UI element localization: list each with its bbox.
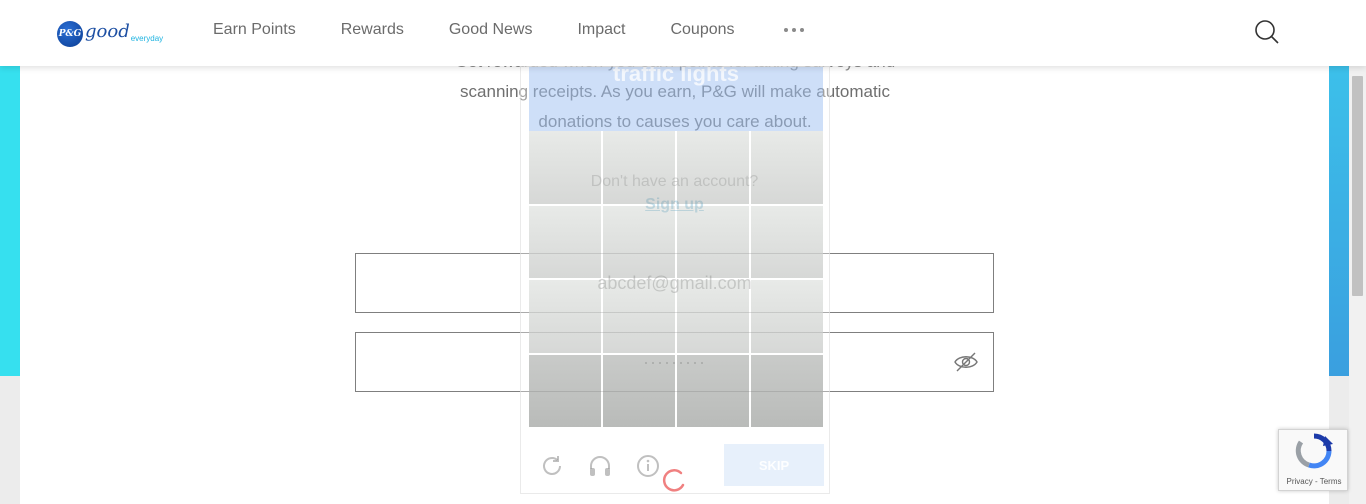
nav-rewards[interactable]: Rewards bbox=[341, 21, 404, 39]
scrollbar-thumb[interactable] bbox=[1352, 76, 1363, 296]
captcha-tile[interactable] bbox=[677, 354, 749, 427]
recaptcha-badge[interactable]: Privacy - Terms bbox=[1278, 429, 1348, 491]
captcha-image-grid bbox=[529, 131, 823, 427]
main-nav: Earn Points Rewards Good News Impact Cou… bbox=[213, 19, 804, 41]
captcha-tile[interactable] bbox=[751, 280, 823, 353]
captcha-tile[interactable] bbox=[603, 280, 675, 353]
logo-good-text: good bbox=[85, 20, 130, 42]
loading-spinner-icon bbox=[661, 467, 687, 493]
captcha-tile[interactable] bbox=[529, 131, 601, 204]
eye-off-icon[interactable] bbox=[953, 350, 979, 374]
nav-impact[interactable]: Impact bbox=[577, 21, 625, 39]
captcha-tile[interactable] bbox=[751, 354, 823, 427]
left-decor-stripe bbox=[0, 66, 20, 376]
captcha-tile[interactable] bbox=[677, 280, 749, 353]
captcha-tile[interactable] bbox=[529, 354, 601, 427]
pg-logo-badge: P&G bbox=[57, 21, 83, 47]
nav-good-news[interactable]: Good News bbox=[449, 21, 533, 39]
captcha-tile[interactable] bbox=[677, 131, 749, 204]
info-icon[interactable] bbox=[635, 453, 661, 479]
captcha-prompt: traffic lights bbox=[529, 67, 823, 131]
skip-button[interactable]: SKIP bbox=[724, 444, 824, 486]
captcha-tile[interactable] bbox=[603, 131, 675, 204]
captcha-tile[interactable] bbox=[529, 205, 601, 278]
captcha-tile[interactable] bbox=[603, 205, 675, 278]
captcha-tile[interactable] bbox=[529, 280, 601, 353]
recaptcha-logo-icon bbox=[1295, 433, 1333, 469]
nav-earn-points[interactable]: Earn Points bbox=[213, 21, 296, 39]
pg-good-everyday-logo[interactable]: P&G good everyday bbox=[57, 19, 163, 49]
right-decor-stripe bbox=[1329, 66, 1349, 376]
ellipsis-icon[interactable] bbox=[783, 28, 804, 32]
captcha-challenge: traffic lights SKIP bbox=[520, 66, 830, 494]
captcha-tile[interactable] bbox=[603, 354, 675, 427]
refresh-icon[interactable] bbox=[539, 453, 565, 479]
search-icon[interactable] bbox=[1254, 19, 1280, 45]
headphones-icon[interactable] bbox=[587, 453, 613, 479]
site-header: P&G good everyday Earn Points Rewards Go… bbox=[0, 0, 1366, 66]
recaptcha-terms-link[interactable]: Privacy - Terms bbox=[1279, 477, 1349, 486]
nav-coupons[interactable]: Coupons bbox=[670, 21, 734, 39]
logo-everyday-text: everyday bbox=[130, 33, 164, 43]
captcha-tile[interactable] bbox=[677, 205, 749, 278]
captcha-tile[interactable] bbox=[751, 205, 823, 278]
page-scrollbar[interactable] bbox=[1349, 66, 1366, 504]
captcha-tile[interactable] bbox=[751, 131, 823, 204]
